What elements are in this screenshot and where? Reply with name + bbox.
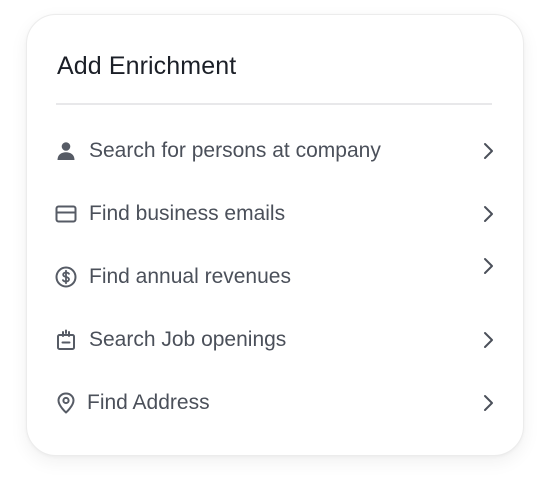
menu-item-label: Search Job openings	[89, 328, 287, 351]
menu-item-search-jobs[interactable]: Search Job openings	[27, 315, 525, 365]
menu-item-label: Find Address	[87, 391, 210, 414]
panel-title: Add Enrichment	[57, 52, 237, 80]
menu-item-label: Find business emails	[89, 202, 286, 225]
mail-icon	[54, 202, 78, 226]
map-pin-icon	[54, 391, 78, 415]
calendar-job-icon	[54, 328, 78, 352]
enrichment-panel: Add Enrichment Search for persons at com…	[26, 14, 524, 456]
dollar-circle-icon	[54, 265, 78, 289]
menu-item-label: Find annual revenues	[89, 265, 291, 288]
menu-item-find-emails[interactable]: Find business emails	[27, 189, 525, 239]
menu-item-find-revenues[interactable]: Find annual revenues	[27, 252, 525, 302]
menu-item-search-persons[interactable]: Search for persons at company	[27, 126, 525, 176]
chevron-right-icon	[479, 203, 499, 225]
title-divider	[56, 103, 492, 105]
chevron-right-icon	[479, 140, 499, 162]
menu-item-find-address[interactable]: Find Address	[27, 378, 525, 428]
chevron-right-icon	[479, 329, 499, 351]
menu-item-label: Search for persons at company	[89, 139, 381, 162]
chevron-right-icon	[479, 392, 499, 414]
person-icon	[54, 139, 78, 163]
chevron-right-icon	[479, 255, 499, 277]
